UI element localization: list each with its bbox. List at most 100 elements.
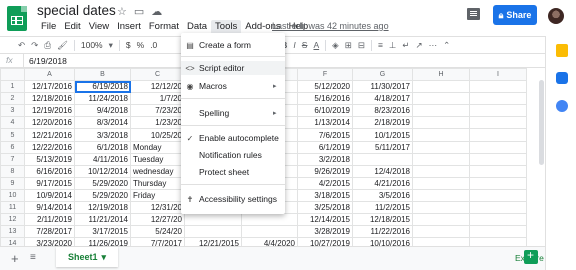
cell[interactable]: 10/12/2014	[74, 164, 131, 178]
all-sheets-icon[interactable]: ≡	[30, 252, 36, 263]
add-sheet-icon[interactable]: +	[11, 251, 19, 266]
chevron-down-icon[interactable]: ▾	[101, 252, 106, 263]
cell[interactable]	[412, 164, 470, 178]
cell[interactable]	[412, 80, 470, 94]
share-button[interactable]: 🔒︎ Share	[493, 5, 537, 25]
menu-item-protect-sheet[interactable]: Protect sheet	[181, 165, 285, 179]
cell[interactable]: 3/2/2018	[297, 152, 353, 166]
cell[interactable]	[469, 213, 527, 227]
keep-icon[interactable]	[556, 44, 568, 57]
cell[interactable]: 11/24/2018	[74, 92, 131, 106]
cell[interactable]: 4/21/2016	[352, 176, 413, 190]
cell[interactable]: 9/17/2015	[24, 176, 75, 190]
cell[interactable]: 3/3/2018	[74, 128, 131, 142]
cell[interactable]	[469, 176, 527, 190]
cell[interactable]: 12/12/20	[130, 80, 185, 94]
cell[interactable]	[469, 104, 527, 118]
sheet-tab[interactable]: Sheet1 ▾	[56, 247, 118, 267]
valign-icon[interactable]: ⊥	[389, 40, 396, 51]
row-header[interactable]: 12	[0, 213, 25, 227]
menu-item-accessibility[interactable]: ✝ Accessibility settings	[181, 192, 285, 206]
cell[interactable]: 9/4/2018	[74, 104, 131, 118]
cell[interactable]: 5/29/2020	[74, 188, 131, 203]
cell[interactable]	[241, 225, 298, 239]
row-header[interactable]: 10	[0, 188, 25, 203]
menu-item-notification-rules[interactable]: Notification rules	[181, 148, 285, 162]
cell[interactable]: 3/28/2019	[297, 225, 353, 239]
currency-button[interactable]: $	[126, 40, 131, 50]
cell[interactable]: 12/27/20	[130, 213, 185, 227]
cell[interactable]: 4/11/2016	[74, 152, 131, 166]
cell[interactable]: 12/21/2015	[184, 237, 242, 246]
calendar-icon[interactable]	[556, 100, 568, 112]
align-icon[interactable]: ≡	[378, 40, 383, 50]
cell[interactable]	[412, 128, 470, 142]
cell[interactable]: 12/20/2016	[24, 116, 75, 130]
borders-icon[interactable]: ⊞	[345, 40, 352, 51]
cell[interactable]: 5/12/2020	[297, 80, 353, 94]
cell[interactable]	[412, 152, 470, 166]
star-icon[interactable]: ☆	[117, 5, 127, 18]
cell[interactable]: 6/16/2016	[24, 164, 75, 178]
cell[interactable]: 7/7/2017	[130, 237, 185, 246]
cell[interactable]	[241, 213, 298, 227]
comment-history-icon[interactable]	[467, 8, 480, 20]
cell[interactable]: 10/25/20	[130, 128, 185, 142]
cell[interactable]: 2/18/2019	[352, 116, 413, 130]
cell[interactable]: 4/18/2017	[352, 92, 413, 106]
cell[interactable]	[184, 213, 242, 227]
collapse-icon[interactable]: ⌃	[443, 40, 450, 51]
avatar[interactable]	[548, 8, 564, 24]
column-header[interactable]: G	[352, 68, 413, 82]
cell[interactable]: 9/26/2019	[297, 164, 353, 178]
cell[interactable]: 4/4/2020	[241, 237, 298, 246]
cell[interactable]	[412, 237, 470, 246]
zoom-select[interactable]: 100%	[81, 40, 103, 50]
decrease-decimal-button[interactable]: .0	[150, 40, 157, 50]
row-header[interactable]: 7	[0, 152, 25, 166]
cell[interactable]	[412, 92, 470, 106]
cell[interactable]: 12/14/2015	[297, 213, 353, 227]
menu-file[interactable]: File	[37, 20, 60, 34]
menu-view[interactable]: View	[85, 20, 113, 34]
cell[interactable]: 1/23/20	[130, 116, 185, 130]
chevron-down-icon[interactable]: ▾	[109, 40, 113, 51]
cell[interactable]	[469, 80, 527, 94]
cell[interactable]	[412, 176, 470, 190]
cell[interactable]: wednesday	[130, 164, 185, 178]
cell[interactable]: 12/19/2018	[74, 201, 131, 215]
cell[interactable]	[412, 225, 470, 239]
move-folder-icon[interactable]: ▭	[134, 5, 144, 18]
cell[interactable]: 12/21/2016	[24, 128, 75, 142]
cell[interactable]: 10/9/2014	[24, 188, 75, 203]
row-header[interactable]: 2	[0, 92, 25, 106]
cell[interactable]: 6/10/2019	[297, 104, 353, 118]
formula-input[interactable]: 6/19/2018	[24, 56, 67, 66]
row-header[interactable]: 3	[0, 104, 25, 118]
cell[interactable]: 11/30/2017	[352, 80, 413, 94]
sheets-logo-icon[interactable]	[7, 6, 27, 31]
cell[interactable]: 12/18/2015	[352, 213, 413, 227]
cell[interactable]: 7/6/2015	[297, 128, 353, 142]
menu-item-macros[interactable]: ◉ Macros ▸	[181, 79, 285, 93]
row-header[interactable]: 6	[0, 140, 25, 154]
cell[interactable]	[469, 116, 527, 130]
cell[interactable]: 4/2/2015	[297, 176, 353, 190]
cell[interactable]: 5/24/20	[130, 225, 185, 239]
cell[interactable]: Monday	[130, 140, 185, 154]
select-all-corner[interactable]	[0, 68, 25, 82]
cell[interactable]	[469, 128, 527, 142]
cell[interactable]	[469, 140, 527, 154]
column-header[interactable]: I	[469, 68, 527, 82]
cell[interactable]: 3/18/2015	[297, 188, 353, 203]
menu-item-create-form[interactable]: ▤ Create a form	[181, 38, 285, 52]
cell[interactable]	[412, 116, 470, 130]
cell[interactable]: 9/14/2014	[24, 201, 75, 215]
paint-format-icon[interactable]: 🖌︎	[57, 40, 68, 51]
cell[interactable]: 8/23/2016	[352, 104, 413, 118]
column-header[interactable]: H	[412, 68, 470, 82]
cell[interactable]: 5/29/2020	[74, 176, 131, 190]
cell[interactable]: 12/17/2016	[24, 80, 75, 94]
column-header[interactable]: C	[130, 68, 185, 82]
redo-icon[interactable]: ↷	[31, 40, 38, 51]
